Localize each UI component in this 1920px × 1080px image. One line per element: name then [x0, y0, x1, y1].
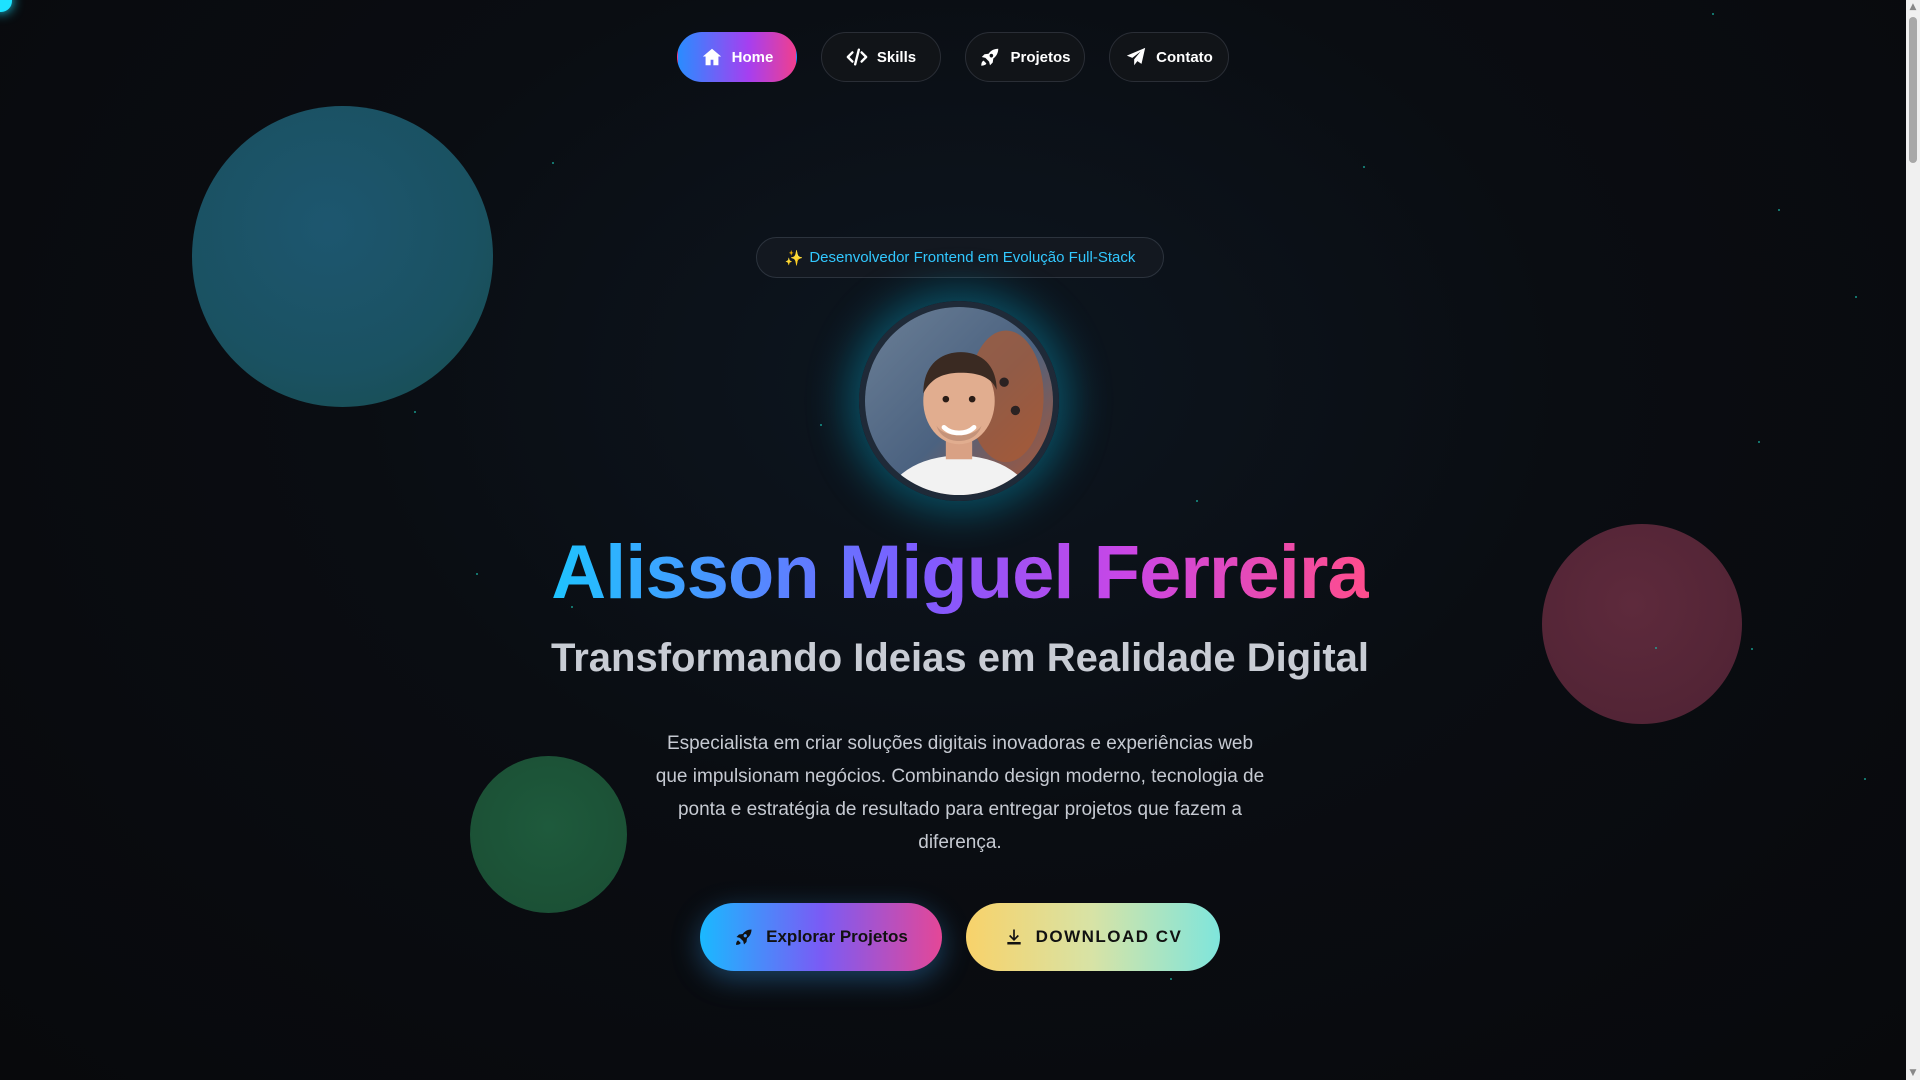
role-badge-text: Desenvolvedor Frontend em Evolução Full-… [809, 249, 1136, 266]
star-particle [1712, 13, 1714, 15]
rocket-icon [736, 929, 752, 945]
role-badge: ✨ Desenvolvedor Frontend em Evolução Ful… [756, 237, 1164, 278]
hero-name-text: Alisson Miguel Ferreira [551, 528, 1369, 618]
nav-label: Skills [876, 48, 917, 66]
download-cv-label: DOWNLOAD CV [1035, 927, 1183, 946]
sparkles-icon: ✨ [784, 249, 804, 267]
star-particle [414, 411, 416, 413]
profile-avatar [859, 301, 1059, 501]
star-particle [1864, 778, 1866, 780]
nav-label: Home [731, 48, 774, 66]
nav-projetos[interactable]: Projetos [965, 32, 1085, 82]
profile-photo [865, 307, 1053, 495]
hero-tagline: Transformando Ideias em Realidade Digita… [550, 636, 1369, 680]
star-particle [1170, 978, 1172, 980]
nav-label: Projetos [1010, 48, 1071, 66]
star-particle [1778, 209, 1780, 211]
explore-projects-button[interactable]: Explorar Projetos [700, 903, 942, 971]
hero-description: Especialista em criar soluções digitais … [655, 733, 1265, 853]
hero-name: Alisson Miguel Ferreira [0, 528, 1920, 618]
download-cv-button[interactable]: DOWNLOAD CV [966, 903, 1220, 971]
scroll-up-arrow-icon[interactable]: ▲ [1909, 3, 1917, 12]
star-particle [1855, 296, 1857, 298]
rocket-icon [981, 48, 999, 66]
star-particle [820, 424, 822, 426]
decorative-blob-teal [192, 106, 493, 407]
star-particle [552, 162, 554, 164]
home-icon [702, 48, 721, 66]
explore-projects-label: Explorar Projetos [766, 927, 908, 946]
download-icon [1006, 929, 1021, 945]
scroll-thumb[interactable] [1909, 17, 1917, 163]
nav-home[interactable]: Home [677, 32, 797, 82]
paper-plane-icon [1127, 47, 1146, 66]
nav-label: Contato [1156, 48, 1213, 66]
top-navigation: Home Skills Projetos Contato [677, 32, 1229, 82]
nav-contato[interactable]: Contato [1109, 32, 1229, 82]
scroll-down-arrow-icon[interactable]: ▼ [1909, 1069, 1917, 1078]
star-particle [1196, 500, 1198, 502]
nav-skills[interactable]: Skills [821, 32, 941, 82]
page-scrollbar[interactable]: ▲ ▼ [1906, 0, 1920, 1080]
decorative-blob-green [470, 756, 627, 913]
corner-glow-dot [0, 0, 12, 12]
star-particle [1758, 441, 1760, 443]
code-icon [846, 48, 868, 66]
star-particle [1363, 166, 1365, 168]
